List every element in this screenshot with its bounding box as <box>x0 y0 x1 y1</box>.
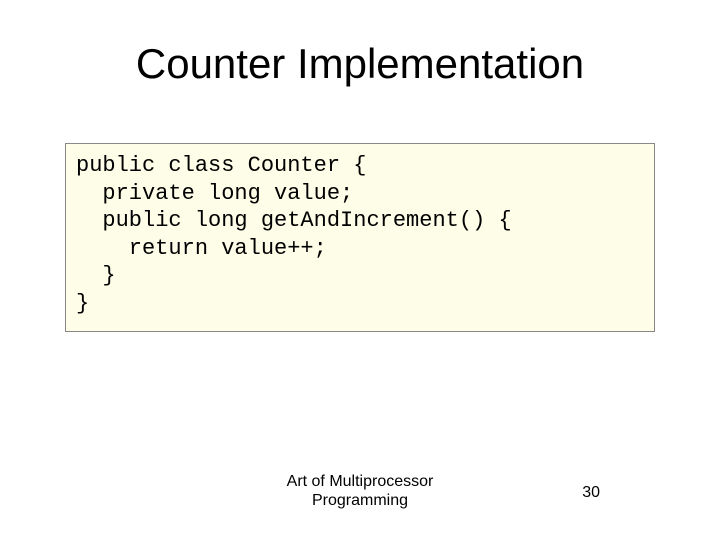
slide-title: Counter Implementation <box>50 40 670 88</box>
code-block: public class Counter { private long valu… <box>65 143 655 332</box>
footer: Art of Multiprocessor Programming <box>0 472 720 510</box>
slide: Counter Implementation public class Coun… <box>0 0 720 540</box>
code-line: public long getAndIncrement() { <box>76 207 644 235</box>
code-line: } <box>76 262 644 290</box>
code-line: } <box>76 290 644 318</box>
page-number: 30 <box>582 484 600 502</box>
footer-text: Art of Multiprocessor Programming <box>287 472 434 510</box>
footer-line1: Art of Multiprocessor <box>287 473 434 490</box>
code-line: private long value; <box>76 180 644 208</box>
code-line: public class Counter { <box>76 152 644 180</box>
footer-line2: Programming <box>312 492 408 509</box>
code-line: return value++; <box>76 235 644 263</box>
